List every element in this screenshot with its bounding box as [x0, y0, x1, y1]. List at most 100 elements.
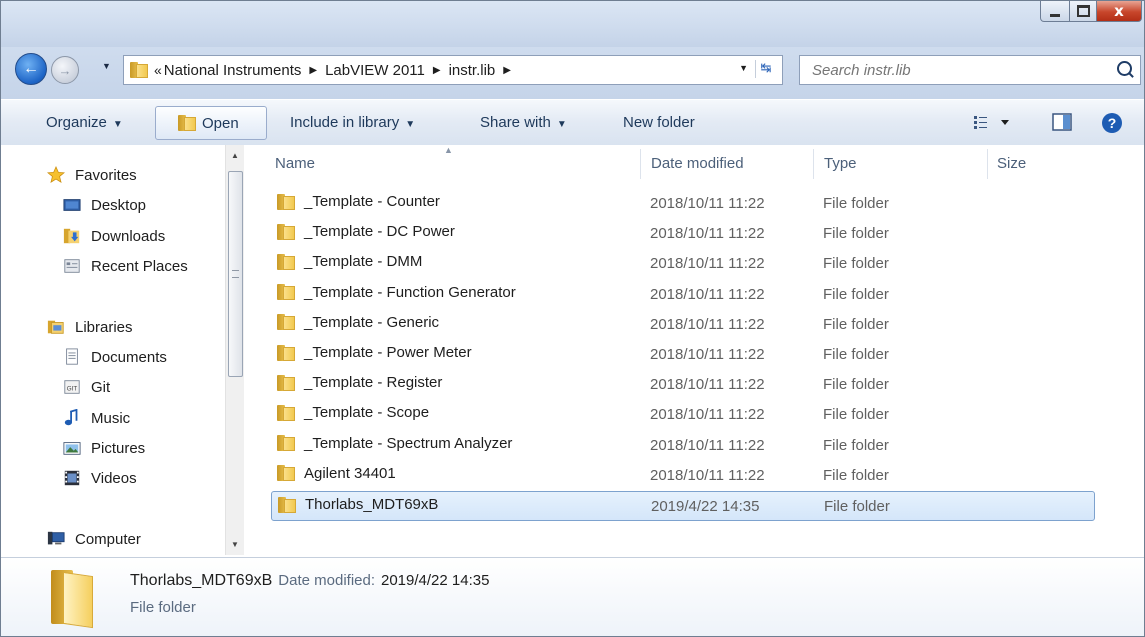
chevron-right-icon[interactable]: ▶	[433, 65, 441, 76]
sidebar-item-favorites[interactable]: Favorites	[47, 163, 137, 187]
table-row[interactable]: Thorlabs_MDT69xB 2019/4/22 14:35 File fold…	[271, 491, 1095, 521]
sidebar-item-label: Favorites	[75, 166, 137, 184]
file-type: File folder	[823, 255, 889, 273]
table-row[interactable]: _Template - Counter 2018/10/11 11:22 File …	[271, 189, 1095, 219]
column-divider[interactable]	[813, 149, 814, 179]
file-type: File folder	[823, 406, 889, 424]
sidebar-item-git[interactable]: GIT Git	[63, 375, 110, 399]
folder-icon	[278, 496, 296, 513]
file-name-cell[interactable]: _Template - Spectrum Analyzer	[277, 435, 512, 452]
sidebar-item-label: Videos	[91, 469, 137, 487]
sidebar-item-documents[interactable]: Documents	[63, 345, 167, 369]
file-name-cell[interactable]: _Template - Power Meter	[277, 344, 472, 361]
column-header-date-modified[interactable]: Date modified	[651, 155, 744, 172]
folder-icon	[277, 404, 295, 421]
table-row[interactable]: Agilent 34401 2018/10/11 11:22 File folder	[271, 461, 1095, 491]
file-type: File folder	[823, 225, 889, 243]
file-name: _Template - Scope	[304, 404, 430, 422]
sidebar-item-libraries[interactable]: Libraries	[47, 315, 133, 339]
column-header-size[interactable]: Size	[997, 155, 1026, 172]
file-name-cell[interactable]: _Template - Function Generator	[277, 284, 516, 301]
svg-text:GIT: GIT	[67, 386, 78, 393]
table-row[interactable]: _Template - DC Power 2018/10/11 11:22 File…	[271, 219, 1095, 249]
table-row[interactable]: _Template - Function Generator 2018/10/11…	[271, 280, 1095, 310]
table-row[interactable]: _Template - Spectrum Analyzer 2018/10/11 …	[271, 431, 1095, 461]
computer-icon	[47, 531, 65, 545]
folder-icon	[277, 465, 295, 482]
column-header-name[interactable]: Name	[275, 155, 315, 172]
file-name: Agilent 34401	[304, 464, 396, 482]
scroll-up-icon[interactable]: ▲	[231, 151, 239, 160]
search-input[interactable]	[810, 60, 1104, 80]
file-name-cell[interactable]: _Template - Generic	[277, 314, 439, 331]
scrollbar-thumb[interactable]	[228, 171, 243, 377]
close-button[interactable]: x	[1097, 1, 1142, 22]
scroll-down-icon[interactable]: ▼	[231, 540, 239, 549]
file-name-cell[interactable]: _Template - DC Power	[277, 223, 455, 240]
table-row[interactable]: _Template - Generic 2018/10/11 11:22 File …	[271, 310, 1095, 340]
table-row[interactable]: _Template - Register 2018/10/11 11:22 File…	[271, 370, 1095, 400]
column-divider[interactable]	[640, 149, 641, 179]
search-icon[interactable]	[1117, 61, 1132, 76]
breadcrumb: « National Instruments ▶ LabVIEW 2011 ▶ …	[154, 62, 519, 79]
sidebar-item-recent-places[interactable]: Recent Places	[63, 254, 188, 278]
sidebar-item-computer[interactable]: Computer	[47, 527, 141, 551]
breadcrumb-item-labview[interactable]: LabVIEW 2011	[325, 62, 425, 79]
new-folder-button[interactable]: New folder	[623, 114, 695, 131]
share-with-button[interactable]: Share with ▼	[480, 114, 567, 131]
table-row[interactable]: _Template - Scope 2018/10/11 11:22 File fo…	[271, 400, 1095, 430]
details-date-value: 2019/4/22 14:35	[381, 572, 490, 589]
details-pane: Thorlabs_MDT69xB Date modified: 2019/4/22 …	[1, 557, 1144, 636]
organize-button[interactable]: Organize ▼	[46, 114, 123, 131]
breadcrumb-item-instr-lib[interactable]: instr.lib	[449, 62, 496, 79]
table-row[interactable]: _Template - Power Meter 2018/10/11 11:22 F…	[271, 340, 1095, 370]
forward-button[interactable]: →	[51, 56, 79, 84]
folder-icon	[277, 284, 295, 301]
sidebar-item-desktop[interactable]: Desktop	[63, 193, 146, 217]
address-bar[interactable]: « National Instruments ▶ LabVIEW 2011 ▶ …	[123, 55, 783, 85]
sidebar-item-videos[interactable]: Videos	[63, 466, 137, 490]
sidebar-item-downloads[interactable]: Downloads	[63, 224, 165, 248]
file-name-cell[interactable]: _Template - DMM	[277, 253, 422, 270]
breadcrumb-overflow[interactable]: «	[154, 62, 162, 78]
sidebar-item-pictures[interactable]: Pictures	[63, 436, 145, 460]
back-button[interactable]: ←	[15, 53, 47, 85]
downloads-icon	[63, 228, 80, 244]
folder-large-icon	[47, 568, 93, 629]
close-icon: x	[1114, 2, 1124, 20]
change-view-button[interactable]	[973, 111, 1013, 137]
breadcrumb-item-national-instruments[interactable]: National Instruments	[164, 62, 302, 79]
file-name-cell[interactable]: Thorlabs_MDT69xB	[278, 496, 438, 513]
open-label: Open	[202, 114, 239, 132]
column-divider[interactable]	[987, 149, 988, 179]
address-dropdown-icon[interactable]: ▼	[739, 63, 748, 73]
navigation-pane-scrollbar[interactable]: ▲ ▼	[225, 145, 244, 555]
file-name-cell[interactable]: _Template - Register	[277, 374, 442, 391]
sidebar-item-label: Git	[91, 378, 111, 396]
preview-pane-button[interactable]	[1051, 111, 1073, 137]
open-button[interactable]: Open	[155, 106, 267, 140]
include-in-library-button[interactable]: Include in library ▼	[290, 114, 415, 131]
maximize-button[interactable]	[1070, 1, 1097, 22]
chevron-down-icon: ▼	[556, 119, 567, 130]
chevron-right-icon[interactable]: ▶	[503, 65, 511, 76]
history-dropdown[interactable]: ▼	[102, 61, 111, 71]
file-name-cell[interactable]: _Template - Scope	[277, 404, 429, 421]
table-row[interactable]: _Template - DMM 2018/10/11 11:22 File fold…	[271, 249, 1095, 279]
sidebar-item-label: Computer	[75, 530, 141, 548]
file-name-cell[interactable]: _Template - Counter	[277, 193, 440, 210]
sidebar-item-music[interactable]: Music	[63, 406, 130, 430]
file-type: File folder	[823, 195, 889, 212]
refresh-icon[interactable]: ↹	[755, 60, 776, 78]
file-name: _Template - Counter	[304, 193, 440, 210]
help-button[interactable]: ?	[1100, 111, 1124, 139]
minimize-button[interactable]	[1040, 1, 1070, 22]
file-name: _Template - Register	[304, 374, 443, 392]
sidebar-item-label: Music	[91, 409, 131, 427]
chevron-right-icon[interactable]: ▶	[309, 65, 317, 76]
file-name-cell[interactable]: Agilent 34401	[277, 465, 396, 482]
column-header-type[interactable]: Type	[824, 155, 857, 172]
file-type: File folder	[823, 315, 889, 333]
column-headers: ▲ Name Date modified Type Size	[244, 145, 1144, 183]
folder-icon	[277, 223, 295, 240]
